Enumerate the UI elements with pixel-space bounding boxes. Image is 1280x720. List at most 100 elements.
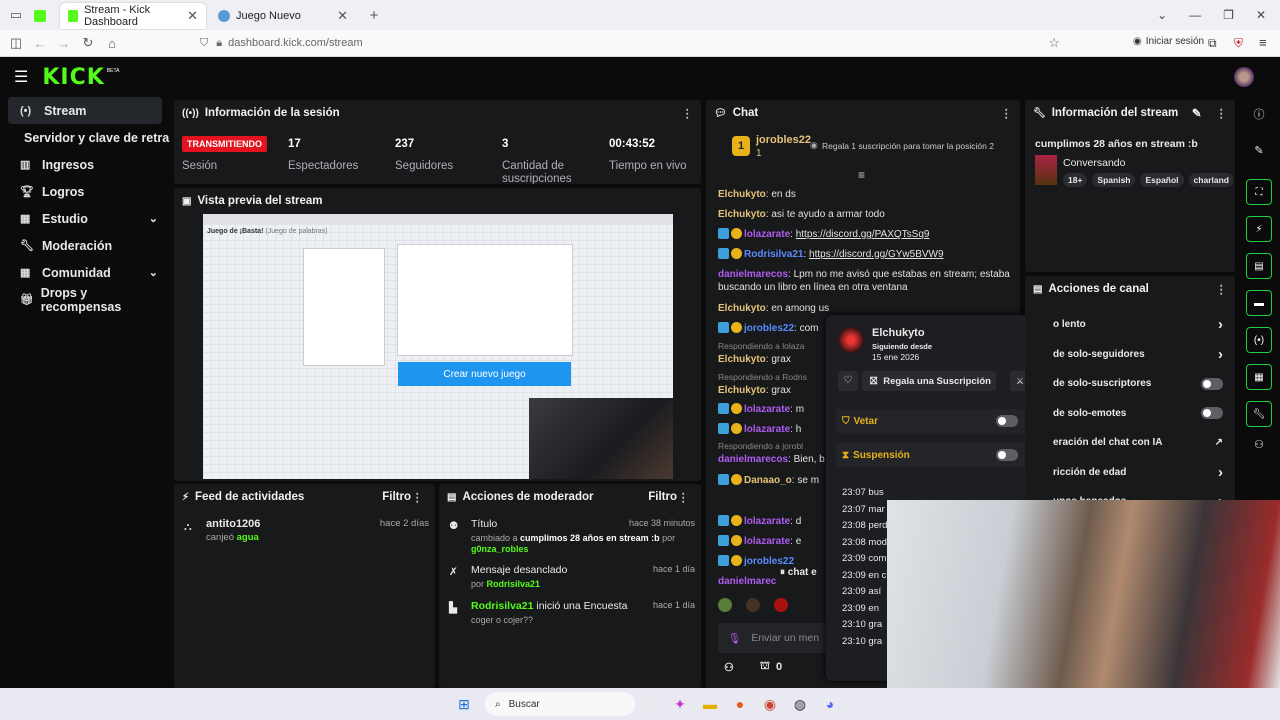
bookmark-star-icon[interactable]: ☆ [1048,35,1060,51]
close-tab-icon[interactable]: ✕ [187,8,198,24]
chat-icon[interactable]: ▬ [1246,290,1272,316]
chevron-down-icon[interactable]: ⌄ [1157,8,1167,22]
home-icon[interactable]: ⌂ [100,36,124,51]
sidebar-item-comunidad[interactable]: ▦ Comunidad ⌄ [8,259,162,286]
channel-action-item[interactable]: de solo-emotes [1025,399,1235,429]
mic-icon[interactable]: 🎙︎ [728,632,741,645]
chat-username[interactable]: lolazarate [744,404,790,415]
chat-paused-indicator[interactable]: ⏸ chat e [776,565,821,580]
community-icon[interactable]: ⚇ [1242,438,1276,451]
emote-icon[interactable] [746,598,760,612]
more-options-icon[interactable]: ⋮ [1216,282,1228,296]
sidebar-item-moderacion[interactable]: 🔧︎ Moderación [8,232,162,259]
capture-icon[interactable]: ⛶ [1246,179,1272,205]
tab-juego-nuevo[interactable]: Juego Nuevo ✕ [210,3,356,29]
follow-heart-button[interactable]: ♡ [838,371,858,391]
chat-username[interactable]: lolazarate [744,536,790,547]
activity-user[interactable]: antito1206 [206,518,260,530]
chat-username[interactable]: Elchukyto [718,385,766,396]
more-options-icon[interactable]: ⋮ [678,490,690,504]
account-button[interactable]: ◉ Iniciar sesión [1133,36,1204,47]
create-game-button[interactable]: Crear nuevo juego [398,362,571,386]
sidebar-item-estudio[interactable]: ▦ Estudio ⌄ [8,205,162,232]
firefox-icon[interactable]: ● [728,694,752,714]
channel-action-toggle[interactable] [1201,407,1223,420]
stream-tag[interactable]: Español [1140,173,1184,187]
chat-username[interactable]: danielmarec [718,576,776,587]
stream-video[interactable]: Juego de ¡Basta! (Juego de palabras) Cre… [203,214,673,479]
more-options-icon[interactable]: ⋮ [1216,106,1228,120]
chevron-right-icon[interactable]: › [1218,316,1223,333]
info-icon[interactable]: ⓘ [1242,106,1276,122]
chat-username[interactable]: Rodrisilva21 [744,249,803,260]
sidebar-item-ingresos[interactable]: ▥ Ingresos [8,151,162,178]
edit-icon[interactable]: ✎ [1192,106,1202,120]
emote-icon[interactable] [774,598,788,612]
avatar[interactable] [1234,67,1254,87]
timeout-toggle[interactable] [996,449,1018,461]
taskbar-search[interactable]: ⌕ Buscar [485,692,635,716]
chat-username[interactable]: Elchukyto [718,209,766,220]
discord-icon[interactable]: ◕ [818,694,842,714]
more-options-icon[interactable]: ⋮ [412,490,424,504]
close-window-icon[interactable]: ✕ [1256,8,1266,22]
kick-logo[interactable]: KICK [42,65,104,90]
chat-username[interactable]: lolazarate [744,424,790,435]
back-icon[interactable]: ← [28,36,52,51]
more-options-icon[interactable]: ⋮ [682,106,694,120]
points-icon[interactable]: ⛫ [760,660,770,674]
chat-username[interactable]: Elchukyto [718,354,766,365]
filter-button[interactable]: Filtro [648,491,677,503]
channel-action-item[interactable]: ricción de edad › [1025,458,1235,488]
external-link-icon[interactable]: ↗ [1215,437,1223,448]
gift-sub-button[interactable]: ⛝ Regala una Suscripción [862,371,996,391]
layout-icon[interactable]: ▦ [1246,364,1272,390]
chevron-right-icon[interactable]: › [1218,346,1223,363]
bolt-icon[interactable]: ⚡︎ [1246,216,1272,242]
minimize-icon[interactable]: — [1189,8,1201,22]
channel-action-item[interactable]: de solo-suscriptores [1025,369,1235,399]
hamburger-menu-icon[interactable]: ☰ [14,67,28,87]
chat-input[interactable]: 🎙︎ Enviar un men [718,623,828,653]
extensions-icon[interactable]: ⧉ [1208,36,1217,51]
close-tab-icon[interactable]: ✕ [337,8,348,24]
sidebar-toggle-icon[interactable]: ◫ [4,35,28,51]
channel-action-item[interactable]: eración del chat con IA ↗ [1025,428,1235,458]
community-icon[interactable]: ⚇ [724,661,734,674]
top-gifter-name[interactable]: jorobles22 [756,134,811,146]
tab-overview-icon[interactable]: ▭ [4,7,28,23]
stream-tag[interactable]: Spanish [1092,173,1136,187]
pinned-collapse-icon[interactable]: ≡ [858,168,865,182]
obs-icon[interactable]: ◍ [788,694,812,714]
broadcast-icon[interactable]: (•) [1246,327,1272,353]
tab-stream-dashboard[interactable]: Stream - Kick Dashboard ✕ [60,3,206,29]
shield-extension-icon[interactable]: ⛨ [1234,36,1243,51]
chat-username[interactable]: Danaao_o [744,475,792,486]
new-tab-icon[interactable]: + [362,7,386,24]
chat-username[interactable]: danielmarecos [718,269,788,280]
chat-username[interactable]: Elchukyto [718,303,766,314]
url-bar[interactable]: ⛉ 🔒︎ dashboard.kick.com/stream ☆ [200,32,1060,54]
stream-category[interactable]: Conversando [1063,157,1125,169]
user-card-name[interactable]: Elchukyto [872,327,925,339]
doc-icon[interactable]: ▤ [1246,253,1272,279]
filter-button[interactable]: Filtro [382,491,411,503]
channel-action-item[interactable]: o lento › [1025,310,1235,340]
forward-icon[interactable]: → [52,36,76,51]
chat-username[interactable]: danielmarecos [718,454,788,465]
app-icon[interactable]: ◉ [758,694,782,714]
windows-start-icon[interactable]: ⊞ [452,694,476,714]
chat-username[interactable]: lolazarate [744,229,790,240]
taskview-icon[interactable]: ◧ [638,694,662,714]
copilot-icon[interactable]: ✦ [668,694,692,714]
stream-tag[interactable]: 18+ [1063,173,1088,187]
sidebar-item-server-key[interactable]: Servidor y clave de retransmisión [8,124,170,151]
menu-icon[interactable]: ≡ [1259,35,1267,50]
chevron-right-icon[interactable]: › [1218,464,1223,481]
chat-username[interactable]: lolazarate [744,516,790,527]
ban-toggle[interactable] [996,415,1018,427]
tab-kick-favicon[interactable] [34,3,54,29]
channel-action-toggle[interactable] [1201,377,1223,390]
stream-tag[interactable]: charland [1188,173,1233,187]
channel-action-item[interactable]: de solo-seguidores › [1025,340,1235,370]
